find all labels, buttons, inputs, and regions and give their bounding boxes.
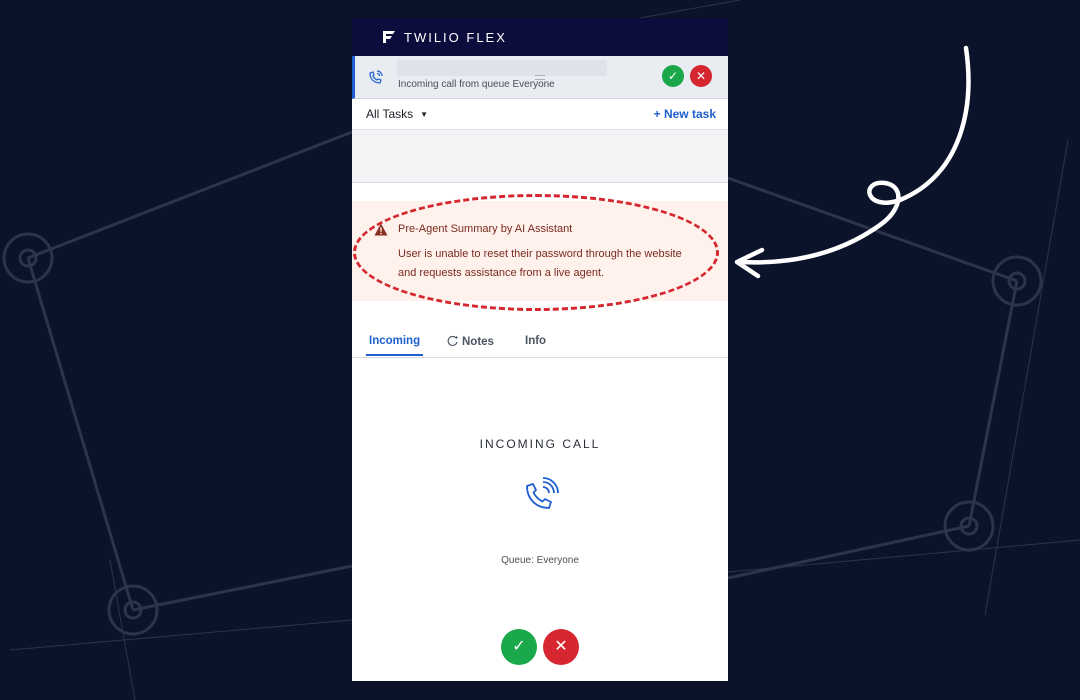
close-icon: ✕ [695, 69, 707, 83]
ai-summary-panel: Pre-Agent Summary by AI Assistant User i… [352, 201, 728, 301]
flex-agent-panel: TWILIO FLEX Incoming call from queue Eve… [352, 18, 728, 681]
twilio-flex-logo-icon [383, 31, 395, 43]
task-description: Incoming call from queue Everyone [398, 79, 555, 90]
reject-call-button[interactable]: ✕ [543, 629, 579, 665]
reject-task-button[interactable]: ✕ [690, 65, 712, 87]
accept-call-button[interactable]: ✓ [501, 629, 537, 665]
task-filter-bar: All Tasks ▼ + New task [352, 99, 728, 130]
check-icon: ✓ [667, 69, 679, 83]
new-task-button[interactable]: + New task [654, 107, 716, 121]
tab-incoming[interactable]: Incoming [369, 335, 420, 347]
task-list-area [352, 130, 728, 183]
tab-notes-label: Notes [462, 336, 494, 348]
task-filter-label: All Tasks [366, 107, 414, 121]
close-icon: ✕ [554, 638, 568, 655]
summary-body: User is unable to reset their password t… [398, 248, 682, 279]
app-title: TWILIO FLEX [404, 29, 507, 45]
app-header: TWILIO FLEX [352, 18, 728, 56]
tab-notes[interactable]: Notes [447, 335, 494, 348]
accept-task-button[interactable]: ✓ [662, 65, 684, 87]
summary-title: Pre-Agent Summary by AI Assistant [398, 223, 573, 235]
resize-handle-icon[interactable] [535, 75, 545, 80]
task-tabs: Incoming Notes Info [352, 301, 728, 358]
active-tab-indicator [366, 354, 423, 356]
notes-sparkle-icon [447, 335, 459, 346]
task-filter-dropdown[interactable]: All Tasks ▼ [366, 107, 428, 121]
check-icon: ✓ [512, 638, 526, 655]
warning-icon [374, 223, 388, 236]
caret-down-icon: ▼ [420, 109, 429, 119]
tab-info[interactable]: Info [525, 335, 546, 347]
phone-ringing-icon [369, 70, 383, 84]
task-name-placeholder [397, 60, 607, 76]
